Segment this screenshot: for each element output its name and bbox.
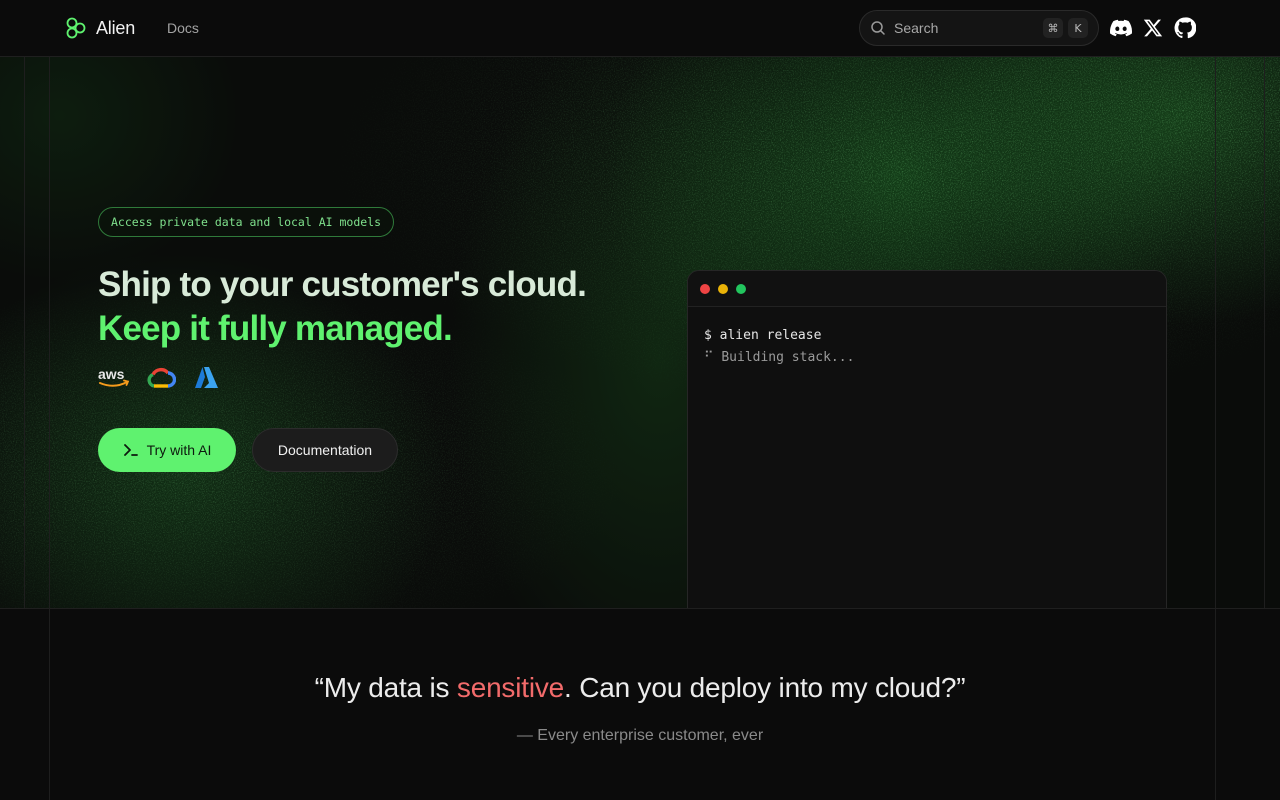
alien-logo-icon: [66, 17, 86, 39]
guide-line: [49, 0, 50, 800]
customer-quote: “My data is sensitive. Can you deploy in…: [0, 672, 1280, 704]
documentation-button[interactable]: Documentation: [252, 428, 398, 472]
terminal-output: ⠋ Building stack...: [704, 350, 855, 365]
guide-line: [1264, 56, 1265, 608]
headline-line-1: Ship to your customer's cloud.: [98, 265, 587, 304]
shortcut-key-cmd: ⌘: [1043, 18, 1063, 38]
try-with-ai-label: Try with AI: [146, 442, 212, 458]
nav-link-docs[interactable]: Docs: [167, 20, 199, 36]
google-cloud-logo: [147, 367, 176, 388]
terminal-body: $ alien release ⠋ Building stack...: [688, 307, 1166, 387]
azure-logo: [195, 367, 218, 388]
hero-badge: Access private data and local AI models: [98, 207, 395, 237]
search-icon: [871, 21, 885, 35]
brand-link[interactable]: Alien: [64, 16, 135, 40]
maximize-dot-icon: [736, 283, 746, 294]
divider-line: [0, 56, 1280, 57]
discord-icon[interactable]: [1109, 16, 1133, 40]
minimize-dot-icon: [718, 283, 728, 294]
quote-attribution: — Every enterprise customer, ever: [516, 727, 764, 744]
quote-highlight: sensitive: [456, 672, 565, 703]
quote-text-end: . Can you deploy into my cloud?”: [564, 672, 966, 703]
x-icon[interactable]: [1141, 16, 1165, 40]
hero-section: Access private data and local AI models …: [0, 56, 1280, 608]
search-input[interactable]: Search ⌘ K: [859, 10, 1099, 46]
divider-line: [0, 608, 1280, 609]
quote-text-start: “My data is: [314, 672, 457, 703]
svg-text:aws: aws: [98, 366, 125, 382]
brand-name: Alien: [96, 17, 136, 38]
close-dot-icon: [700, 283, 710, 294]
terminal-window: $ alien release ⠋ Building stack...: [687, 270, 1167, 608]
search-placeholder: Search: [894, 20, 939, 36]
headline-line-2: Keep it fully managed.: [98, 309, 453, 348]
github-icon[interactable]: [1173, 16, 1197, 40]
shortcut-key-k: K: [1068, 18, 1088, 38]
try-with-ai-button[interactable]: Try with AI: [98, 428, 236, 472]
hero-headline: Ship to your customer's cloud. Keep it f…: [98, 263, 587, 351]
terminal-prompt-icon: [123, 444, 138, 456]
terminal-titlebar: [688, 271, 1166, 307]
terminal-command: $ alien release: [704, 328, 822, 343]
top-nav: Alien Docs Search ⌘ K: [0, 0, 1280, 56]
guide-line: [1215, 0, 1216, 800]
aws-logo: aws: [98, 366, 130, 387]
cloud-logos: aws: [98, 366, 220, 390]
guide-line: [24, 56, 25, 608]
